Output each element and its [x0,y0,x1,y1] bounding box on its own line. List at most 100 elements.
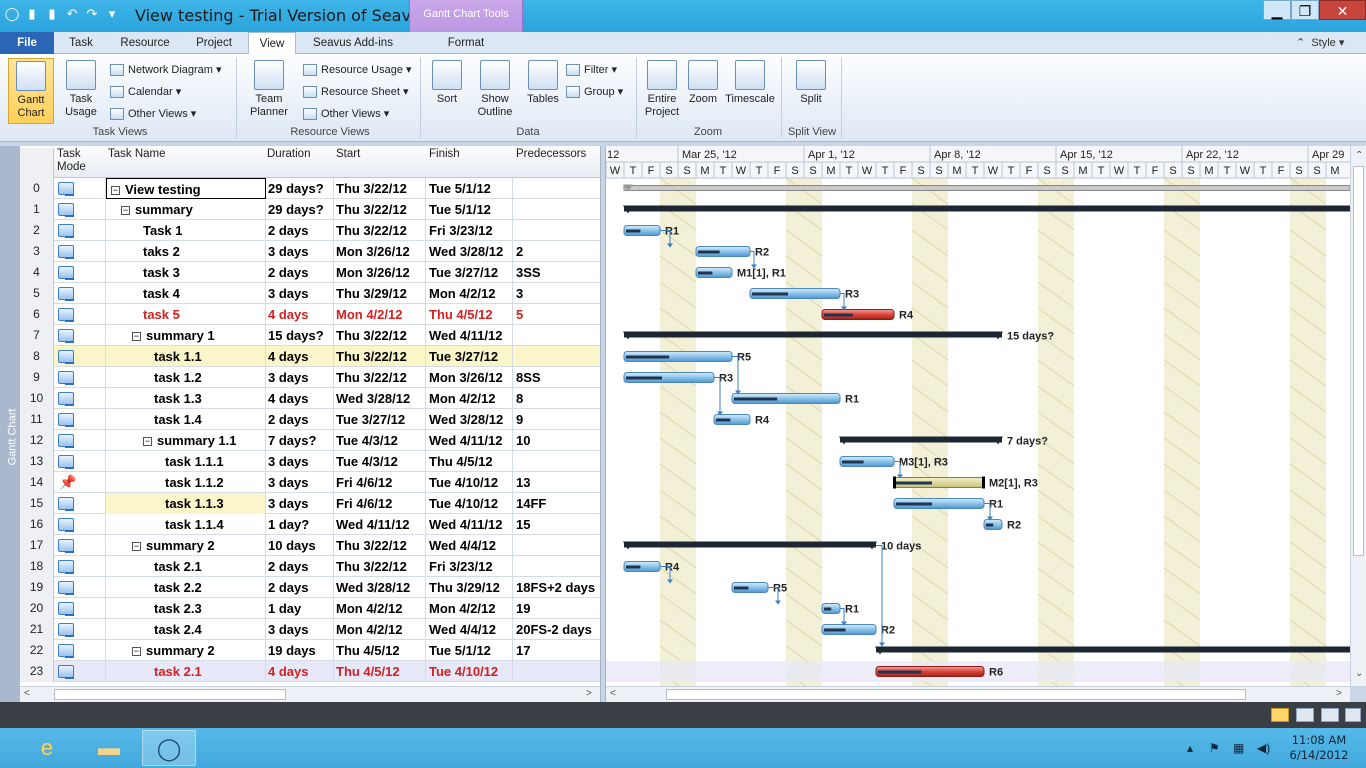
select-all-cell[interactable] [20,148,54,180]
task-name-cell[interactable]: − summary 2 [106,640,266,661]
collapse-toggle-icon[interactable]: − [132,647,141,656]
duration-cell[interactable]: 3 days [266,493,334,514]
group-button[interactable]: Group ▾ [566,83,623,101]
task-name-cell[interactable]: task 2.3 [106,598,266,619]
task-name-cell[interactable]: task 1.3 [106,388,266,409]
filter-button[interactable]: Filter ▾ [566,61,617,79]
undo-icon[interactable]: ↶ [64,6,80,22]
column-header-predecessors[interactable]: Predecessors [516,148,586,161]
gantt-chart-area[interactable]: 12 Mar 25, '12 Apr 1, '12 Apr 8, '12 Apr 15,… [606,146,1350,686]
scroll-up-icon[interactable]: ⌃ [1355,150,1363,161]
row-id[interactable]: 12 [20,430,54,451]
internet-explorer-icon[interactable]: e [20,730,74,766]
row-id[interactable]: 13 [20,451,54,472]
table-row[interactable]: 21 task 2.4 3 days Mon 4/2/12 Wed 4/4/12 20FS… [20,619,600,640]
start-cell[interactable]: Fri 4/6/12 [334,493,426,514]
start-cell[interactable]: Thu 3/22/12 [334,178,426,199]
timescale-button[interactable]: Timescale [724,58,776,124]
split-button[interactable]: Split [788,58,834,124]
gantt-chart-canvas[interactable]: 12 Mar 25, '12 Apr 1, '12 Apr 8, '12 Apr 15,… [606,146,1350,686]
save-all-icon[interactable]: ▮ [44,6,60,22]
vertical-scrollbar[interactable]: ⌃ ⌄ [1350,146,1366,686]
duration-cell[interactable]: 2 days [266,556,334,577]
finish-cell[interactable]: Tue 4/10/12 [426,493,513,514]
table-row[interactable]: 17− summary 2 10 days Thu 3/22/12 Wed 4/4/12 [20,535,600,556]
table-row[interactable]: 12− summary 1.1 7 days? Tue 4/3/12 Wed 4/11/… [20,430,600,451]
task-name-cell[interactable]: task 1.4 [106,409,266,430]
row-id[interactable]: 5 [20,283,54,304]
finish-cell[interactable]: Wed 4/4/12 [426,619,513,640]
duration-cell[interactable]: 3 days [266,451,334,472]
show-outline-button[interactable]: Show Outline [470,58,520,124]
finish-cell[interactable]: Wed 3/28/12 [426,241,513,262]
start-cell[interactable]: Wed 3/28/12 [334,388,426,409]
finish-cell[interactable]: Fri 3/23/12 [426,220,513,241]
predecessors-cell[interactable]: 9 [513,409,600,430]
finish-cell[interactable]: Mon 4/2/12 [426,598,513,619]
start-cell[interactable]: Thu 3/29/12 [334,283,426,304]
table-row[interactable]: 16 task 1.1.4 1 day? Wed 4/11/12 Wed 4/11/12… [20,514,600,535]
start-cell[interactable]: Wed 4/11/12 [334,514,426,535]
summary-bar[interactable] [624,205,1350,212]
duration-cell[interactable]: 3 days [266,472,334,493]
row-id[interactable]: 19 [20,577,54,598]
table-row[interactable]: 15 task 1.1.3 3 days Fri 4/6/12 Tue 4/10/12 1… [20,493,600,514]
task-name-cell[interactable]: − summary 1.1 [106,430,266,451]
task-name-cell[interactable]: task 1.1.4 [106,514,266,535]
predecessors-cell[interactable]: 19 [513,598,600,619]
duration-cell[interactable]: 2 days [266,220,334,241]
row-id[interactable]: 8 [20,346,54,367]
start-cell[interactable]: Thu 3/22/12 [334,220,426,241]
finish-cell[interactable]: Wed 4/11/12 [426,430,513,451]
row-id[interactable]: 11 [20,409,54,430]
start-cell[interactable]: Tue 4/3/12 [334,430,426,451]
gantt-chart-button[interactable]: Gantt Chart [8,58,54,124]
table-row[interactable]: 2 Task 1 2 days Thu 3/22/12 Fri 3/23/12 [20,220,600,241]
vertical-scroll-thumb[interactable] [1353,166,1364,556]
team-planner-button[interactable]: Team Planner [246,58,292,124]
row-id[interactable]: 22 [20,640,54,661]
duration-cell[interactable]: 2 days [266,577,334,598]
table-row[interactable]: 3 taks 2 3 days Mon 3/26/12 Wed 3/28/12 2 [20,241,600,262]
table-scroll-thumb[interactable] [54,689,286,700]
resource-sheet-shortcut-icon[interactable] [1345,708,1361,722]
resource-other-views-button[interactable]: Other Views ▾ [303,105,389,123]
seavus-project-taskbar-icon[interactable]: ◯ [142,730,196,766]
start-cell[interactable]: Thu 3/22/12 [334,325,426,346]
show-hidden-icons-icon[interactable]: ▴ [1187,741,1193,755]
predecessors-cell[interactable]: 5 [513,304,600,325]
predecessors-cell[interactable] [513,556,600,577]
maximize-button[interactable]: ❐ [1291,0,1319,20]
predecessors-cell[interactable]: 15 [513,514,600,535]
duration-cell[interactable]: 4 days [266,388,334,409]
predecessors-cell[interactable]: 13 [513,472,600,493]
action-center-icon[interactable]: ⚑ [1209,741,1220,755]
collapse-toggle-icon[interactable]: − [111,186,120,195]
summary-bar[interactable] [624,541,876,548]
table-row[interactable]: 7− summary 1 15 days? Thu 3/22/12 Wed 4/11/1… [20,325,600,346]
network-icon[interactable]: ▦ [1233,741,1244,755]
task-name-cell[interactable]: taks 2 [106,241,266,262]
predecessors-cell[interactable] [513,661,600,682]
row-id[interactable]: 10 [20,388,54,409]
finish-cell[interactable]: Wed 4/11/12 [426,514,513,535]
gantt-view-shortcut-icon[interactable] [1271,708,1289,722]
row-id[interactable]: 16 [20,514,54,535]
tab-project[interactable]: Project [186,32,242,54]
table-row[interactable]: 14 📌 task 1.1.2 3 days Fri 4/6/12 Tue 4/10/12… [20,472,600,493]
row-id[interactable]: 23 [20,661,54,682]
predecessors-cell[interactable] [513,220,600,241]
table-row[interactable]: 6 task 5 4 days Mon 4/2/12 Thu 4/5/12 5 [20,304,600,325]
file-explorer-icon[interactable]: ▬ [82,730,136,766]
finish-cell[interactable]: Mon 3/26/12 [426,367,513,388]
task-name-cell[interactable]: task 5 [106,304,266,325]
volume-icon[interactable]: ◀) [1257,741,1270,755]
collapse-toggle-icon[interactable]: − [143,437,152,446]
start-cell[interactable]: Thu 3/22/12 [334,535,426,556]
task-name-cell[interactable]: − summary 2 [106,535,266,556]
task-name-cell[interactable]: task 4 [106,283,266,304]
scroll-down-icon[interactable]: ⌄ [1355,668,1363,679]
start-cell[interactable]: Mon 4/2/12 [334,598,426,619]
row-id[interactable]: 17 [20,535,54,556]
task-name-cell[interactable]: task 1.1 [106,346,266,367]
